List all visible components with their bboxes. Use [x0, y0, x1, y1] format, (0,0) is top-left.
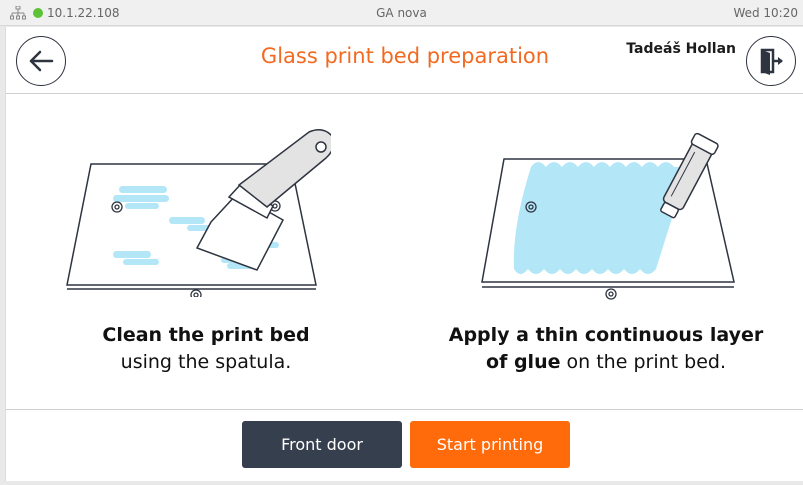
device-name: GA nova [376, 6, 427, 20]
start-printing-button[interactable]: Start printing [410, 421, 570, 468]
step-clean-detail: using the spatula. [120, 351, 292, 373]
status-bar: 10.1.22.108 GA nova Wed 10:20 [0, 0, 803, 26]
user-name: Tadeáš Hollan [626, 41, 736, 57]
step-glue-detail: on the print bed. [560, 351, 726, 373]
header: Glass print bed preparation Tadeáš Holla… [6, 27, 803, 94]
spatula-cleaning-illustration [66, 129, 331, 297]
logout-button[interactable] [746, 36, 796, 86]
step-glue-text: Apply a thin continuous layer of glue on… [426, 322, 786, 376]
clock: Wed 10:20 [733, 6, 798, 20]
front-door-button[interactable]: Front door [242, 421, 402, 468]
footer-divider [6, 409, 803, 410]
step-glue-bold-line2: of glue [486, 351, 561, 373]
glue-stick-illustration [481, 132, 735, 300]
step-glue-bold-line1: Apply a thin continuous layer [448, 324, 764, 346]
logout-icon [760, 48, 783, 75]
step-clean-text: Clean the print bed using the spatula. [66, 322, 346, 376]
main-panel: Glass print bed preparation Tadeáš Holla… [5, 27, 803, 481]
step-clean-bold: Clean the print bed [102, 324, 310, 346]
